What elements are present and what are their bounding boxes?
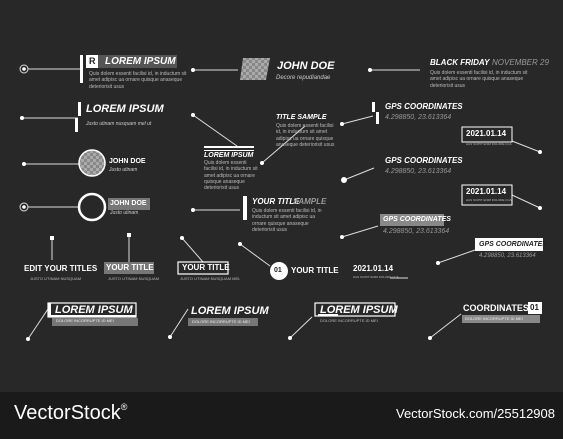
callout-sub: JUSTO UTINAM NUSQUAM	[108, 276, 160, 281]
leader-line	[181, 237, 204, 263]
avatar-checker	[240, 58, 270, 80]
callout-value: 4.298850, 23.613364	[385, 114, 452, 121]
callout-sub: DOLORE INCORRUPTE ID MEI	[56, 318, 114, 323]
leader-line	[239, 243, 271, 267]
callout-value: 4.298850, 23.613364	[383, 228, 450, 235]
callout-sub: DOLORE INCORRUPTE ID MEI	[465, 316, 523, 321]
infographic-canvas: R LOREM IPSUM Quis dolem essenti facilis…	[0, 0, 563, 392]
callout-sub: JUSTO UTINAM NUSQUAM MEL	[180, 276, 241, 281]
callout-sub: Decore repudiandae	[276, 75, 331, 81]
callout-title: YOUR TITLE	[182, 263, 230, 272]
callout-title-2: SAMPLE	[293, 197, 327, 206]
callout-title: LOREM IPSUM	[320, 304, 398, 316]
callout-title: GPS COORDINATES	[383, 216, 451, 223]
leader-line	[169, 308, 189, 338]
leader-line	[27, 308, 49, 340]
callout-body: Quis dolem essenti facilisi id, in induc…	[430, 70, 528, 89]
leader-line	[341, 115, 374, 125]
callout-title: JOHN DOE	[109, 158, 146, 165]
callout-date: 2021.01.14	[466, 187, 507, 196]
callout-title: LOREM IPSUM	[204, 152, 254, 159]
callout-value: 4.298850, 23.613364	[385, 168, 452, 175]
callout-body: Quis dolem essenti facilisi id, in induc…	[276, 123, 335, 148]
callout-sub: Justo utinam	[110, 210, 139, 216]
callout-title: COORDINATES	[463, 303, 529, 313]
avatar-checker	[78, 149, 106, 177]
callout-sub: HAS SCIPIT ENIM DOLORE CCA	[466, 142, 512, 146]
callout-value: 4.298850, 23.613364	[479, 253, 536, 259]
callout-date: 2021.01.14	[466, 129, 507, 138]
callout-sub: Justo utinam	[109, 167, 138, 173]
callout-title: JOHN DOE	[277, 60, 335, 72]
watermark-url: VectorStock.com/25512908	[396, 406, 555, 421]
callout-title: EDIT YOUR TITLES	[24, 264, 98, 273]
callout-title: TITLE SAMPLE	[276, 114, 327, 121]
callout-title: GPS COORDINATES	[479, 241, 547, 248]
watermark-brand: VectorStock®	[14, 402, 128, 424]
callout-sub: HAS SCIPIT ENIM DOLORE CCA	[466, 198, 512, 202]
leader-line	[429, 313, 462, 339]
callout-title: JOHN DOE	[110, 200, 147, 207]
leader-line	[437, 249, 476, 264]
leader-line	[192, 114, 238, 147]
callout-title: LOREM IPSUM	[55, 304, 133, 316]
callout-sub: Justo utinam nusquam mel ut	[86, 121, 152, 127]
leader-line	[341, 225, 379, 238]
leader-line	[511, 194, 541, 209]
callout-date: NOVEMBER 29	[492, 58, 549, 67]
callout-sub: HAS SCIPIT ENIM DOLORE CCA	[353, 275, 399, 279]
number-badge-text: 01	[274, 267, 282, 274]
callout-title: LOREM IPSUM	[86, 103, 164, 115]
callout-date: 2021.01.14	[353, 264, 394, 273]
avatar-ring	[77, 192, 107, 222]
callout-title: YOUR TITLE	[106, 263, 154, 272]
watermark-bar: VectorStock® VectorStock.com/25512908	[0, 392, 563, 439]
callout-title: BLACK FRIDAY	[430, 58, 490, 67]
callout-sub: DOLORE INCORRUPTE ID MEI	[192, 319, 250, 324]
callout-title: GPS COORDINATES	[385, 102, 463, 111]
number-badge-text: 01	[530, 303, 539, 312]
callout-title: LOREM IPSUM	[105, 56, 176, 67]
leader-line	[511, 140, 541, 153]
leader-line	[289, 316, 313, 339]
badge-letter: R	[89, 56, 96, 66]
callout-sub: DOLORE INCORRUPTE ID MEI	[320, 318, 378, 323]
callout-body: Quis dolem essenti facilisi id, in induc…	[204, 160, 258, 191]
callout-title: GPS COORDINATES	[385, 156, 463, 165]
callout-title: LOREM IPSUM	[191, 305, 269, 317]
callout-title: YOUR TITLE	[291, 266, 339, 275]
callout-body: Quis dolem essenti facilisi id, in induc…	[252, 208, 322, 233]
callout-body: Quis dolem essenti facilisi id, in induc…	[89, 71, 187, 90]
leader-line	[343, 167, 375, 181]
callout-sub: JUSTO UTINAM NUSQUAM	[30, 276, 82, 281]
